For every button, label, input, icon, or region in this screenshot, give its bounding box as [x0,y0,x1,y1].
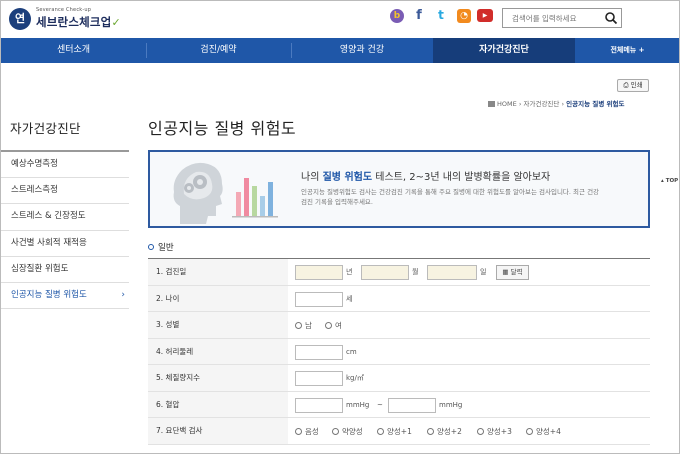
all-menu-button[interactable]: 전체메뉴 + [576,38,679,63]
caret-up-icon: ▴ [661,178,664,184]
risk-form: 1. 검진일 년 월 일 ▦ 달력 2. 나이 세 3. 성별 남 여 4. 허… [148,258,650,445]
sidebar-title: 자가건강진단 [10,121,81,136]
field-label: 3. 성별 [148,312,288,338]
exam-month-input[interactable] [361,265,409,280]
unit-label: 월 [412,268,419,276]
page-title: 인공지능 질병 위험도 [148,119,297,138]
sidebar-item-stress-tension[interactable]: 스트레스 & 긴장정도 [1,204,129,231]
breadcrumb-separator: › [561,100,565,108]
breadcrumb: HOME › 자가건강진단 › 인공지능 질병 위험도 [488,98,625,108]
search-input[interactable] [503,9,600,27]
breadcrumb-home[interactable]: HOME [497,100,517,108]
unit-label: 년 [346,268,353,276]
breadcrumb-separator: › [518,100,522,108]
field-label: 7. 요단백 검사 [148,418,288,444]
sidebar-menu: 예상수명측정 스트레스측정 스트레스 & 긴장정도 사건별 사회적 재적응 심장… [1,150,129,310]
site-logo[interactable]: 연 Severance Check-up 세브란스체크업✓ [9,7,129,33]
blog-icon[interactable]: b [390,9,404,23]
unit-label: mmHg [346,400,370,409]
banner-headline: 나의 질병 위험도 테스트, 2~3년 내의 발병확률을 알아보자 [301,172,551,183]
form-row-waist: 4. 허리둘레 cm [148,338,650,365]
top-link[interactable]: ▴ TOP [661,178,678,184]
calendar-icon: ▦ [502,268,509,276]
section-title: 일반 [148,241,174,253]
search-icon[interactable] [604,11,618,25]
intro-banner: 나의 질병 위험도 테스트, 2~3년 내의 발병확률을 알아보자 인공지능 질… [148,150,650,228]
logo-title: 세브란스체크업✓ [36,15,121,29]
ai-head-chart-illustration-icon [173,162,278,224]
logo-check-icon: ✓ [111,16,121,29]
nav-item-nutrition-health[interactable]: 영양과 건강 [291,38,433,63]
exam-day-input[interactable] [427,265,477,280]
logo-subtitle: Severance Check-up [36,7,92,13]
field-label: 1. 검진일 [148,259,288,285]
facebook-icon[interactable]: f [412,9,426,23]
nav-item-checkup-reservation[interactable]: 검진/예약 [146,38,291,63]
page-frame: 연 Severance Check-up 세브란스체크업✓ b f t ◔ ▶ … [0,0,680,454]
form-row-age: 2. 나이 세 [148,285,650,312]
field-label: 6. 혈압 [148,391,288,417]
breadcrumb-current: 인공지능 질병 위험도 [566,100,625,108]
main-nav: 센터소개 검진/예약 영양과 건강 자가건강진단 전체메뉴 + [1,38,679,63]
urine-radio-positive-2[interactable]: 양성+2 [427,424,462,439]
urine-radio-positive-1[interactable]: 양성+1 [377,424,412,439]
unit-label: cm [346,347,357,356]
sidebar-item-heart-disease[interactable]: 심장질환 위험도 [1,257,129,283]
unit-label: 일 [480,268,487,276]
waist-input[interactable] [295,344,343,360]
form-row-gender: 3. 성별 남 여 [148,312,650,339]
site-header: 연 Severance Check-up 세브란스체크업✓ b f t ◔ ▶ [1,1,679,38]
search-box [502,8,622,28]
form-row-bmi: 5. 체질량지수 kg/㎡ [148,365,650,392]
breadcrumb-parent[interactable]: 자가건강진단 [524,100,560,108]
bullet-icon [148,244,154,250]
unit-label: kg/㎡ [346,374,364,382]
print-icon: ⎙ [623,81,629,89]
gender-radio-male[interactable]: 남 [295,318,312,333]
age-input[interactable] [295,291,343,307]
sidebar-item-stress[interactable]: 스트레스측정 [1,178,129,205]
logo-emblem-icon: 연 [9,8,31,30]
chevron-right-icon: › [121,289,125,300]
nav-item-self-diagnosis[interactable]: 자가건강진단 [433,38,575,63]
gender-radio-female[interactable]: 여 [325,318,342,333]
range-separator: ~ [377,400,383,409]
systolic-input[interactable] [295,397,343,413]
bmi-input[interactable] [295,371,343,386]
banner-description: 인공지능 질병위험도 검사는 건강검진 기록을 통해 주요 질병에 대한 위험도… [301,188,600,206]
urine-radio-negative[interactable]: 음성 [295,424,319,439]
twitter-icon[interactable]: t [434,9,448,23]
diastolic-input[interactable] [388,397,436,413]
calendar-button[interactable]: ▦ 달력 [496,265,529,280]
nav-item-center-intro[interactable]: 센터소개 [1,38,146,63]
form-row-urine-protein: 7. 요단백 검사 음성 약양성 양성+1 양성+2 양성+3 양성+4 [148,418,650,445]
form-row-blood-pressure: 6. 혈압 mmHg ~ mmHg [148,391,650,418]
print-button[interactable]: ⎙ 인쇄 [617,79,649,92]
unit-label: mmHg [439,400,463,409]
sidebar-item-social-readjustment[interactable]: 사건별 사회적 재적응 [1,231,129,257]
unit-label: 세 [346,294,353,303]
form-row-exam-date: 1. 검진일 년 월 일 ▦ 달력 [148,259,650,286]
urine-radio-positive-4[interactable]: 양성+4 [526,424,561,439]
youtube-icon[interactable]: ▶ [477,9,493,22]
rss-icon[interactable]: ◔ [457,9,471,23]
urine-radio-positive-3[interactable]: 양성+3 [477,424,512,439]
sidebar-item-life-expectancy[interactable]: 예상수명측정 [1,152,129,179]
home-icon [488,101,495,107]
field-label: 4. 허리둘레 [148,338,288,364]
sidebar-item-ai-disease-risk[interactable]: 인공지능 질병 위험도 › [1,283,129,310]
sidebar-item-label: 인공지능 질병 위험도 [11,289,87,300]
field-label: 5. 체질량지수 [148,365,288,391]
exam-year-input[interactable] [295,265,343,280]
urine-radio-weak-positive[interactable]: 약양성 [332,424,363,439]
field-label: 2. 나이 [148,285,288,311]
